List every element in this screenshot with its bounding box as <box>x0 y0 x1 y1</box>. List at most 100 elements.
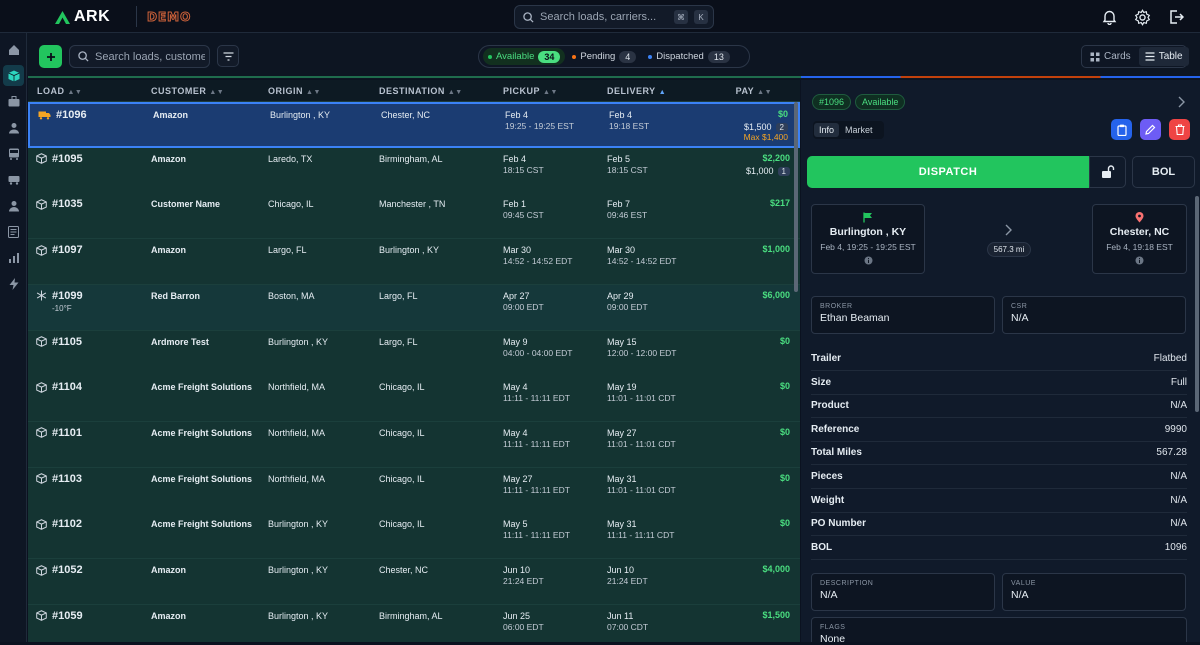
truck-icon <box>38 111 51 120</box>
table-row[interactable]: #1095 Amazon Laredo, TX Birmingham, AL Fe… <box>28 147 800 194</box>
table-row[interactable]: #1035 Customer Name Chicago, IL Mancheste… <box>28 193 800 240</box>
flags-box[interactable]: FLAGS None <box>811 617 1187 645</box>
delivery-time: 07:00 CDT <box>607 621 649 632</box>
customer-cell: Amazon <box>151 153 187 164</box>
load-cell: #1104 <box>36 381 82 393</box>
load-search[interactable] <box>69 45 210 68</box>
edit-button[interactable] <box>1140 119 1161 140</box>
table-row[interactable]: #1104 Acme Freight Solutions Northfield, … <box>28 376 800 423</box>
info-icon[interactable] <box>864 256 873 265</box>
sidebar-item-carriers[interactable] <box>3 91 24 112</box>
table-row[interactable]: #1052 Amazon Burlington , KY Chester, NC … <box>28 559 800 605</box>
detail-tabs: Info Market <box>813 121 884 139</box>
pay-amount: $6,000 <box>762 289 790 300</box>
gear-icon <box>1134 8 1150 26</box>
pay-amount: $1,500 <box>762 609 790 620</box>
field-label: Reference <box>811 423 860 435</box>
table-scrollbar[interactable] <box>794 102 798 292</box>
panel-next-button[interactable] <box>1177 96 1185 108</box>
box-icon <box>36 564 47 576</box>
load-cell: #1059 <box>36 610 83 622</box>
copy-button[interactable] <box>1111 119 1132 140</box>
broker-box[interactable]: BROKER Ethan Beaman <box>811 296 995 334</box>
sidebar-item-trailers[interactable] <box>3 169 24 190</box>
delivery-date: Feb 4 <box>609 110 633 120</box>
col-load[interactable]: LOAD ▲▼ <box>37 86 82 96</box>
tab-info[interactable]: Info <box>814 123 840 137</box>
col-origin[interactable]: ORIGIN ▲▼ <box>268 86 321 96</box>
table-row[interactable]: #1105 Ardmore Test Burlington , KY Largo,… <box>28 330 800 377</box>
delivery-date: Jun 10 <box>607 565 635 575</box>
sidebar-item-automations[interactable] <box>3 273 24 294</box>
sidebar-item-documents[interactable] <box>3 221 24 242</box>
detail-field: PO Number N/A <box>811 512 1187 537</box>
panel-scrollbar[interactable] <box>1195 196 1199 412</box>
pay-cell: $2,200 $1,000 1 <box>746 153 790 176</box>
delivery-date: Feb 5 <box>607 153 631 164</box>
bol-button[interactable]: BOL <box>1132 156 1195 188</box>
col-delivery[interactable]: DELIVERY ▲ <box>607 86 666 96</box>
status-pill-available[interactable]: Available 34 <box>483 48 566 65</box>
csr-box[interactable]: CSR N/A <box>1002 296 1186 334</box>
load-number: #1104 <box>52 381 82 394</box>
table-row[interactable]: #1102 Acme Freight Solutions Burlington ,… <box>28 513 800 560</box>
sidebar-item-loads[interactable] <box>3 65 24 86</box>
dispatch-button[interactable]: DISPATCH <box>807 156 1089 188</box>
notifications-button[interactable] <box>1099 7 1119 27</box>
bar-chart-icon <box>8 252 19 263</box>
table-row[interactable]: #1097 Amazon Largo, FL Burlington , KY Ma… <box>28 239 800 286</box>
load-search-input[interactable] <box>95 50 205 63</box>
description-box[interactable]: DESCRIPTION N/A <box>811 573 995 611</box>
origin-cell: Burlington , KY <box>268 565 329 575</box>
pickup-time: 09:00 EDT <box>503 301 544 312</box>
pay-amount: $217 <box>769 198 790 209</box>
pickup-date: Feb 1 <box>503 199 527 210</box>
col-pickup[interactable]: PICKUP ▲▼ <box>503 86 558 96</box>
load-cell: #1052 <box>36 564 83 576</box>
add-load-button[interactable] <box>39 45 62 68</box>
sidebar-item-reports[interactable] <box>3 247 24 268</box>
table-row[interactable]: #1103 Acme Freight Solutions Northfield, … <box>28 467 800 514</box>
settings-button[interactable] <box>1132 7 1152 27</box>
delete-button[interactable] <box>1169 119 1190 140</box>
col-pay[interactable]: PAY ▲▼ <box>736 86 772 96</box>
pay-cell: $0 <box>780 473 790 483</box>
status-pill-dispatched[interactable]: Dispatched 13 <box>643 48 735 65</box>
pickup-time: 11:11 - 11:11 EDT <box>503 393 570 404</box>
sidebar-item-drivers[interactable] <box>3 195 24 216</box>
table-row[interactable]: #1096 Amazon Burlington , KY Chester, NC … <box>28 102 800 148</box>
sidebar-item-customers[interactable] <box>3 117 24 138</box>
tab-market[interactable]: Market <box>840 123 878 137</box>
lock-toggle-button[interactable] <box>1089 156 1126 188</box>
col-customer[interactable]: CUSTOMER ▲▼ <box>151 86 224 96</box>
destination-card: Chester, NC Feb 4, 19:18 EST <box>1092 204 1187 274</box>
delivery-time: 12:00 - 12:00 EDT <box>607 347 677 358</box>
col-destination[interactable]: DESTINATION ▲▼ <box>379 86 463 96</box>
box-icon <box>36 199 47 210</box>
view-table-button[interactable]: Table <box>1138 47 1189 66</box>
chevron-right-icon <box>1178 96 1185 108</box>
delivery-time: 09:00 EDT <box>607 301 648 312</box>
pay-amount: $2,200 <box>762 152 790 163</box>
route-arrow-icon <box>1004 224 1012 236</box>
detail-field: Reference 9990 <box>811 418 1187 442</box>
box-icon <box>36 518 47 530</box>
global-search[interactable]: ⌘ K <box>514 5 714 29</box>
field-label: BOL <box>811 541 833 553</box>
status-chip: Available <box>855 94 906 110</box>
sidebar-item-trucks[interactable] <box>3 143 24 164</box>
status-pill-pending[interactable]: Pending 4 <box>567 48 641 65</box>
table-row[interactable]: #1101 Acme Freight Solutions Northfield, … <box>28 421 800 468</box>
status-count: 13 <box>707 50 730 63</box>
app-logo[interactable]: ARK <box>55 8 110 26</box>
table-row[interactable]: #1099 -10°F Red Barron Boston, MA Largo, F… <box>28 284 800 331</box>
logout-button[interactable] <box>1166 7 1186 27</box>
table-row[interactable]: #1059 Amazon Burlington , KY Birmingham, … <box>28 604 800 642</box>
filter-button[interactable] <box>217 45 239 67</box>
global-search-input[interactable] <box>540 11 668 23</box>
box-icon <box>7 70 20 81</box>
info-icon[interactable] <box>1135 256 1144 265</box>
value-box[interactable]: VALUE N/A <box>1002 573 1186 611</box>
view-cards-button[interactable]: Cards <box>1084 47 1137 66</box>
sidebar-item-home[interactable] <box>3 39 24 60</box>
